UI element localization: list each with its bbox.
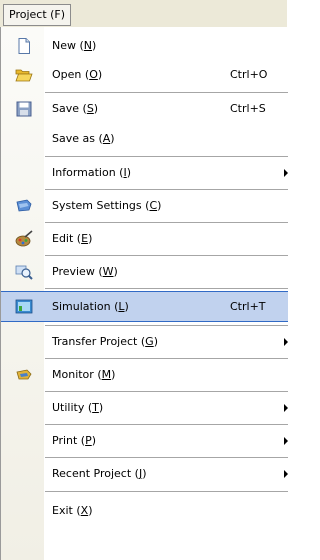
- submenu-arrow-icon: [284, 437, 288, 445]
- project-dropdown-menu: New (N) Open (O) Ctrl+O Save (S) Ctrl+S …: [0, 27, 288, 560]
- menu-item-utility[interactable]: Utility (T): [1, 392, 288, 423]
- menu-item-transfer-project[interactable]: Transfer Project (G): [1, 326, 288, 357]
- menu-item-preview[interactable]: Preview (W): [1, 256, 288, 287]
- settings-flag-icon: [16, 199, 32, 212]
- project-menu-title[interactable]: Project (F): [3, 4, 72, 26]
- magnifier-icon: [15, 265, 33, 280]
- menu-item-label: Edit (E): [52, 232, 93, 245]
- menu-item-system-settings[interactable]: System Settings (C): [1, 190, 288, 221]
- menu-item-label: Simulation (L): [52, 300, 129, 313]
- menu-item-save-as[interactable]: Save as (A): [1, 123, 288, 154]
- simulation-screen-icon: [15, 299, 33, 314]
- menu-item-label: Save as (A): [52, 132, 115, 145]
- submenu-arrow-icon: [284, 169, 288, 177]
- monitor-icon: [16, 369, 32, 380]
- menu-item-save[interactable]: Save (S) Ctrl+S: [1, 93, 288, 124]
- menu-item-label: Open (O): [52, 68, 103, 81]
- submenu-arrow-icon: [284, 404, 288, 412]
- shortcut-label: Ctrl+S: [230, 102, 266, 115]
- submenu-arrow-icon: [284, 338, 288, 346]
- menu-item-label: Information (I): [52, 166, 132, 179]
- shortcut-label: Ctrl+T: [230, 300, 266, 313]
- menu-item-label: New (N): [52, 39, 97, 52]
- open-folder-icon: [15, 69, 33, 82]
- paint-palette-icon: [15, 230, 33, 247]
- menu-item-recent-project[interactable]: Recent Project (J): [1, 458, 288, 489]
- menu-item-open[interactable]: Open (O) Ctrl+O: [1, 59, 288, 90]
- menu-item-new[interactable]: New (N): [1, 30, 288, 61]
- menu-separator: [45, 491, 288, 492]
- menu-separator: [45, 288, 288, 289]
- menu-item-monitor[interactable]: Monitor (M): [1, 359, 288, 390]
- menu-bar: Project (F): [0, 0, 287, 28]
- menu-item-label: Preview (W): [52, 265, 118, 278]
- menu-item-information[interactable]: Information (I): [1, 157, 288, 188]
- shortcut-label: Ctrl+O: [230, 68, 268, 81]
- menu-item-print[interactable]: Print (P): [1, 425, 288, 456]
- menu-item-label: Utility (T): [52, 401, 104, 414]
- save-disk-icon: [16, 101, 32, 117]
- menu-item-label: Recent Project (J): [52, 467, 147, 480]
- menu-item-simulation[interactable]: Simulation (L) Ctrl+T: [1, 291, 288, 322]
- menu-item-label: Save (S): [52, 102, 99, 115]
- menu-item-label: Print (P): [52, 434, 97, 447]
- menu-item-edit[interactable]: Edit (E): [1, 223, 288, 254]
- menu-item-label: System Settings (C): [52, 199, 162, 212]
- menu-item-label: Exit (X): [52, 504, 93, 517]
- menu-item-label: Transfer Project (G): [52, 335, 158, 348]
- submenu-arrow-icon: [284, 470, 288, 478]
- menu-item-label: Monitor (M): [52, 368, 116, 381]
- menu-item-exit[interactable]: Exit (X): [1, 495, 288, 526]
- new-document-icon: [18, 38, 30, 54]
